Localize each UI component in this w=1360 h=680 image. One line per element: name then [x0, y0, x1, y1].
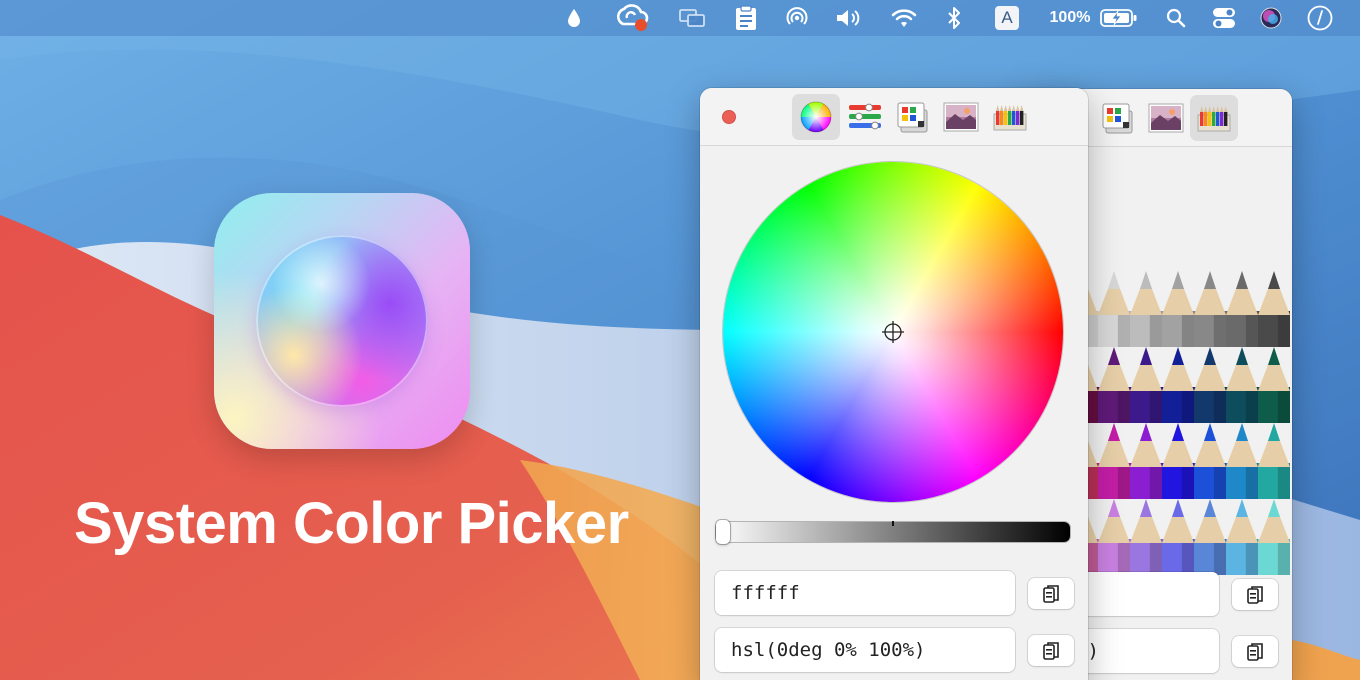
pencil-swatch[interactable] — [1098, 271, 1130, 347]
pencil-swatch[interactable] — [1258, 347, 1290, 423]
pencils-icon — [1197, 106, 1231, 132]
pencil-swatch[interactable] — [1258, 271, 1290, 347]
crosshair-icon[interactable] — [881, 320, 905, 344]
spotlight-icon[interactable] — [1164, 0, 1188, 36]
notification-badge — [635, 19, 647, 31]
tab-color-palettes[interactable] — [1094, 95, 1142, 141]
drop-icon[interactable] — [562, 0, 586, 36]
color-wheel[interactable] — [723, 162, 1063, 502]
color-palettes-icon — [897, 102, 928, 133]
app-icon — [214, 193, 470, 449]
pencil-swatch[interactable] — [1258, 499, 1290, 575]
hsl-field-row: hsl(0deg 0% 100%) — [715, 628, 1075, 672]
pencil-swatch[interactable] — [1130, 423, 1162, 499]
close-button[interactable] — [722, 110, 736, 124]
pencil-swatch[interactable] — [1194, 347, 1226, 423]
app-title: System Color Picker — [74, 491, 629, 556]
tab-image-palettes[interactable] — [1142, 95, 1190, 141]
tab-pencils[interactable] — [986, 94, 1034, 140]
pencil-swatch[interactable] — [1098, 423, 1130, 499]
pencil-swatch[interactable] — [1194, 499, 1226, 575]
volume-icon[interactable] — [834, 0, 864, 36]
pencil-swatch[interactable] — [1194, 423, 1226, 499]
copy-icon — [1043, 641, 1059, 660]
pencil-swatch[interactable] — [1162, 347, 1194, 423]
pencil-swatch[interactable] — [1226, 271, 1258, 347]
menu-bar: A 100% — [0, 0, 1360, 36]
wifi-icon[interactable] — [890, 0, 918, 36]
pencil-swatch[interactable] — [1162, 423, 1194, 499]
pencil-swatch[interactable] — [1098, 499, 1130, 575]
pencil-swatch[interactable] — [1194, 271, 1226, 347]
pencils-icon — [993, 105, 1027, 131]
airdrop-icon[interactable] — [784, 0, 810, 36]
pencil-swatch[interactable] — [1162, 499, 1194, 575]
brightness-slider[interactable] — [716, 521, 1070, 542]
control-center-icon[interactable] — [1210, 0, 1238, 36]
color-panel-wheel: ffffff hsl(0deg 0% 100%) — [700, 88, 1088, 680]
copy-icon — [1247, 642, 1263, 661]
copy-icon — [1247, 585, 1263, 604]
image-palettes-icon — [1148, 103, 1184, 133]
hsl-field[interactable]: hsl(0deg 0% 100%) — [715, 628, 1015, 672]
pencil-swatch[interactable] — [1226, 347, 1258, 423]
toolbar — [700, 88, 1088, 146]
copy-hex-button[interactable] — [1232, 579, 1278, 610]
copy-hex-button[interactable] — [1028, 578, 1074, 609]
battery-icon[interactable] — [1098, 0, 1140, 36]
bluetooth-icon[interactable] — [944, 0, 964, 36]
slider-center-mark — [892, 521, 894, 526]
tab-color-sliders[interactable] — [841, 94, 889, 140]
tab-color-wheel[interactable] — [792, 94, 840, 140]
tab-image-palettes[interactable] — [937, 94, 985, 140]
copy-hsl-button[interactable] — [1028, 635, 1074, 666]
pencil-swatch[interactable] — [1130, 271, 1162, 347]
pencil-swatch[interactable] — [1130, 499, 1162, 575]
input-source-label: A — [995, 6, 1019, 30]
hex-field-row: ffffff — [715, 571, 1075, 615]
clipboard-icon[interactable] — [734, 0, 758, 36]
siri-icon[interactable] — [1258, 0, 1284, 36]
screen-mirror-icon[interactable] — [678, 0, 706, 36]
battery-percent-label: 100% — [1049, 9, 1091, 26]
pencil-swatch[interactable] — [1130, 347, 1162, 423]
battery-percent[interactable]: 100% — [1046, 0, 1094, 36]
clock-icon[interactable] — [1306, 0, 1334, 36]
brightness-slider-thumb[interactable] — [716, 520, 730, 544]
image-palettes-icon — [943, 102, 979, 132]
copy-hsl-button[interactable] — [1232, 636, 1278, 667]
hex-field[interactable]: ffffff — [715, 571, 1015, 615]
pencil-swatch[interactable] — [1226, 423, 1258, 499]
input-source-icon[interactable]: A — [994, 0, 1020, 36]
copy-icon — [1043, 584, 1059, 603]
color-palettes-icon — [1102, 103, 1133, 134]
creative-cloud-icon[interactable] — [614, 0, 650, 36]
pencil-swatch[interactable] — [1226, 499, 1258, 575]
pencil-swatch[interactable] — [1162, 271, 1194, 347]
pencil-swatch[interactable] — [1258, 423, 1290, 499]
color-sliders-icon — [849, 103, 881, 130]
color-wheel-icon — [800, 101, 832, 133]
tab-color-palettes[interactable] — [889, 94, 937, 140]
pencil-swatch[interactable] — [1098, 347, 1130, 423]
app-icon-orb — [256, 235, 428, 407]
tab-pencils[interactable] — [1190, 95, 1238, 141]
